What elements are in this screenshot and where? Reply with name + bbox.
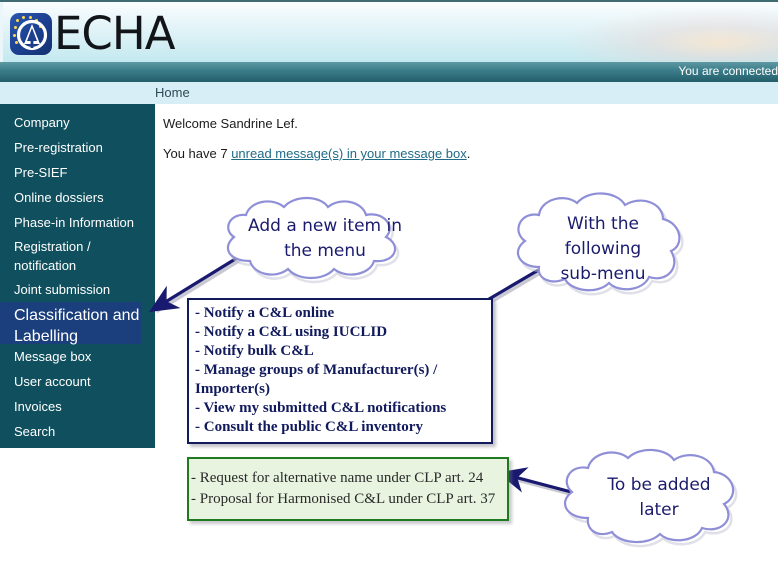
callout-text: Add a new item in the menu <box>248 216 402 261</box>
callout-sub-menu: With the following sub-menu <box>506 186 696 306</box>
future-item: - Proposal for Harmonised C&L under CLP … <box>191 491 496 507</box>
sidebar-item-classification-and-labelling[interactable]: Classification and Labelling <box>0 302 141 345</box>
future-items-box: - Request for alternative name under CLP… <box>187 457 509 521</box>
banner-left-edge <box>0 2 3 62</box>
sidebar-item-online-dossiers[interactable]: Online dossiers <box>0 185 155 210</box>
sidebar-item-message-box[interactable]: Message box <box>0 344 155 369</box>
echa-tree-glyph-icon <box>16 19 48 51</box>
site-banner: ECHA <box>0 0 778 62</box>
unread-message-link[interactable]: unread message(s) in your message box <box>231 146 467 161</box>
sidebar-item-search[interactable]: Search <box>0 419 155 444</box>
unread-message-prefix: You have 7 <box>163 146 232 161</box>
cl-submenu-item[interactable]: - Consult the public C&L inventory <box>195 418 485 437</box>
sidebar-item-phase-in-information[interactable]: Phase-in Information <box>0 210 155 235</box>
cl-submenu-item[interactable]: - Notify a C&L using IUCLID <box>195 323 485 342</box>
sidebar-item-company[interactable]: Company <box>0 110 155 135</box>
sidebar-nav: Company Pre-registration Pre-SIEF Online… <box>0 104 155 448</box>
unread-message-line: You have 7 unread message(s) in your mes… <box>163 146 470 161</box>
echa-logo-icon <box>10 13 52 55</box>
sidebar-item-pre-sief[interactable]: Pre-SIEF <box>0 160 155 185</box>
cl-submenu-item[interactable]: - Manage groups of Manufacturer(s) / Imp… <box>195 361 485 399</box>
cl-submenu-item[interactable]: - View my submitted C&L notifications <box>195 399 485 418</box>
callout-to-be-added-later: To be added later <box>551 443 773 558</box>
cl-submenu-box: - Notify a C&L online - Notify a C&L usi… <box>187 298 493 444</box>
future-item: - Request for alternative name under CLP… <box>191 470 484 486</box>
sidebar-item-registration-notification[interactable]: Registration / notification <box>0 235 134 277</box>
callout-text: With the following sub-menu <box>560 214 646 284</box>
cl-submenu-item[interactable]: - Notify a C&L online <box>195 304 485 323</box>
callout-text: To be added later <box>607 475 711 520</box>
connected-status-text: You are connected <box>678 64 778 78</box>
breadcrumb-home-link[interactable]: Home <box>155 85 190 100</box>
sidebar-item-joint-submission[interactable]: Joint submission <box>0 277 155 302</box>
breadcrumb-strip: Home <box>0 82 778 104</box>
unread-message-suffix: . <box>466 146 471 161</box>
echa-logo[interactable]: ECHA <box>10 7 175 60</box>
cl-submenu-item[interactable]: - Notify bulk C&L <box>195 342 485 361</box>
sidebar-item-user-account[interactable]: User account <box>0 369 155 394</box>
sidebar-item-invoices[interactable]: Invoices <box>0 394 155 419</box>
sidebar-item-pre-registration[interactable]: Pre-registration <box>0 135 155 160</box>
connected-status-bar: You are connected <box>0 62 778 82</box>
welcome-text: Welcome Sandrine Lef. <box>163 116 298 131</box>
echa-logo-text: ECHA <box>54 7 175 60</box>
callout-add-new-item: Add a new item in the menu <box>213 192 437 296</box>
banner-decorative-glow <box>568 8 778 62</box>
